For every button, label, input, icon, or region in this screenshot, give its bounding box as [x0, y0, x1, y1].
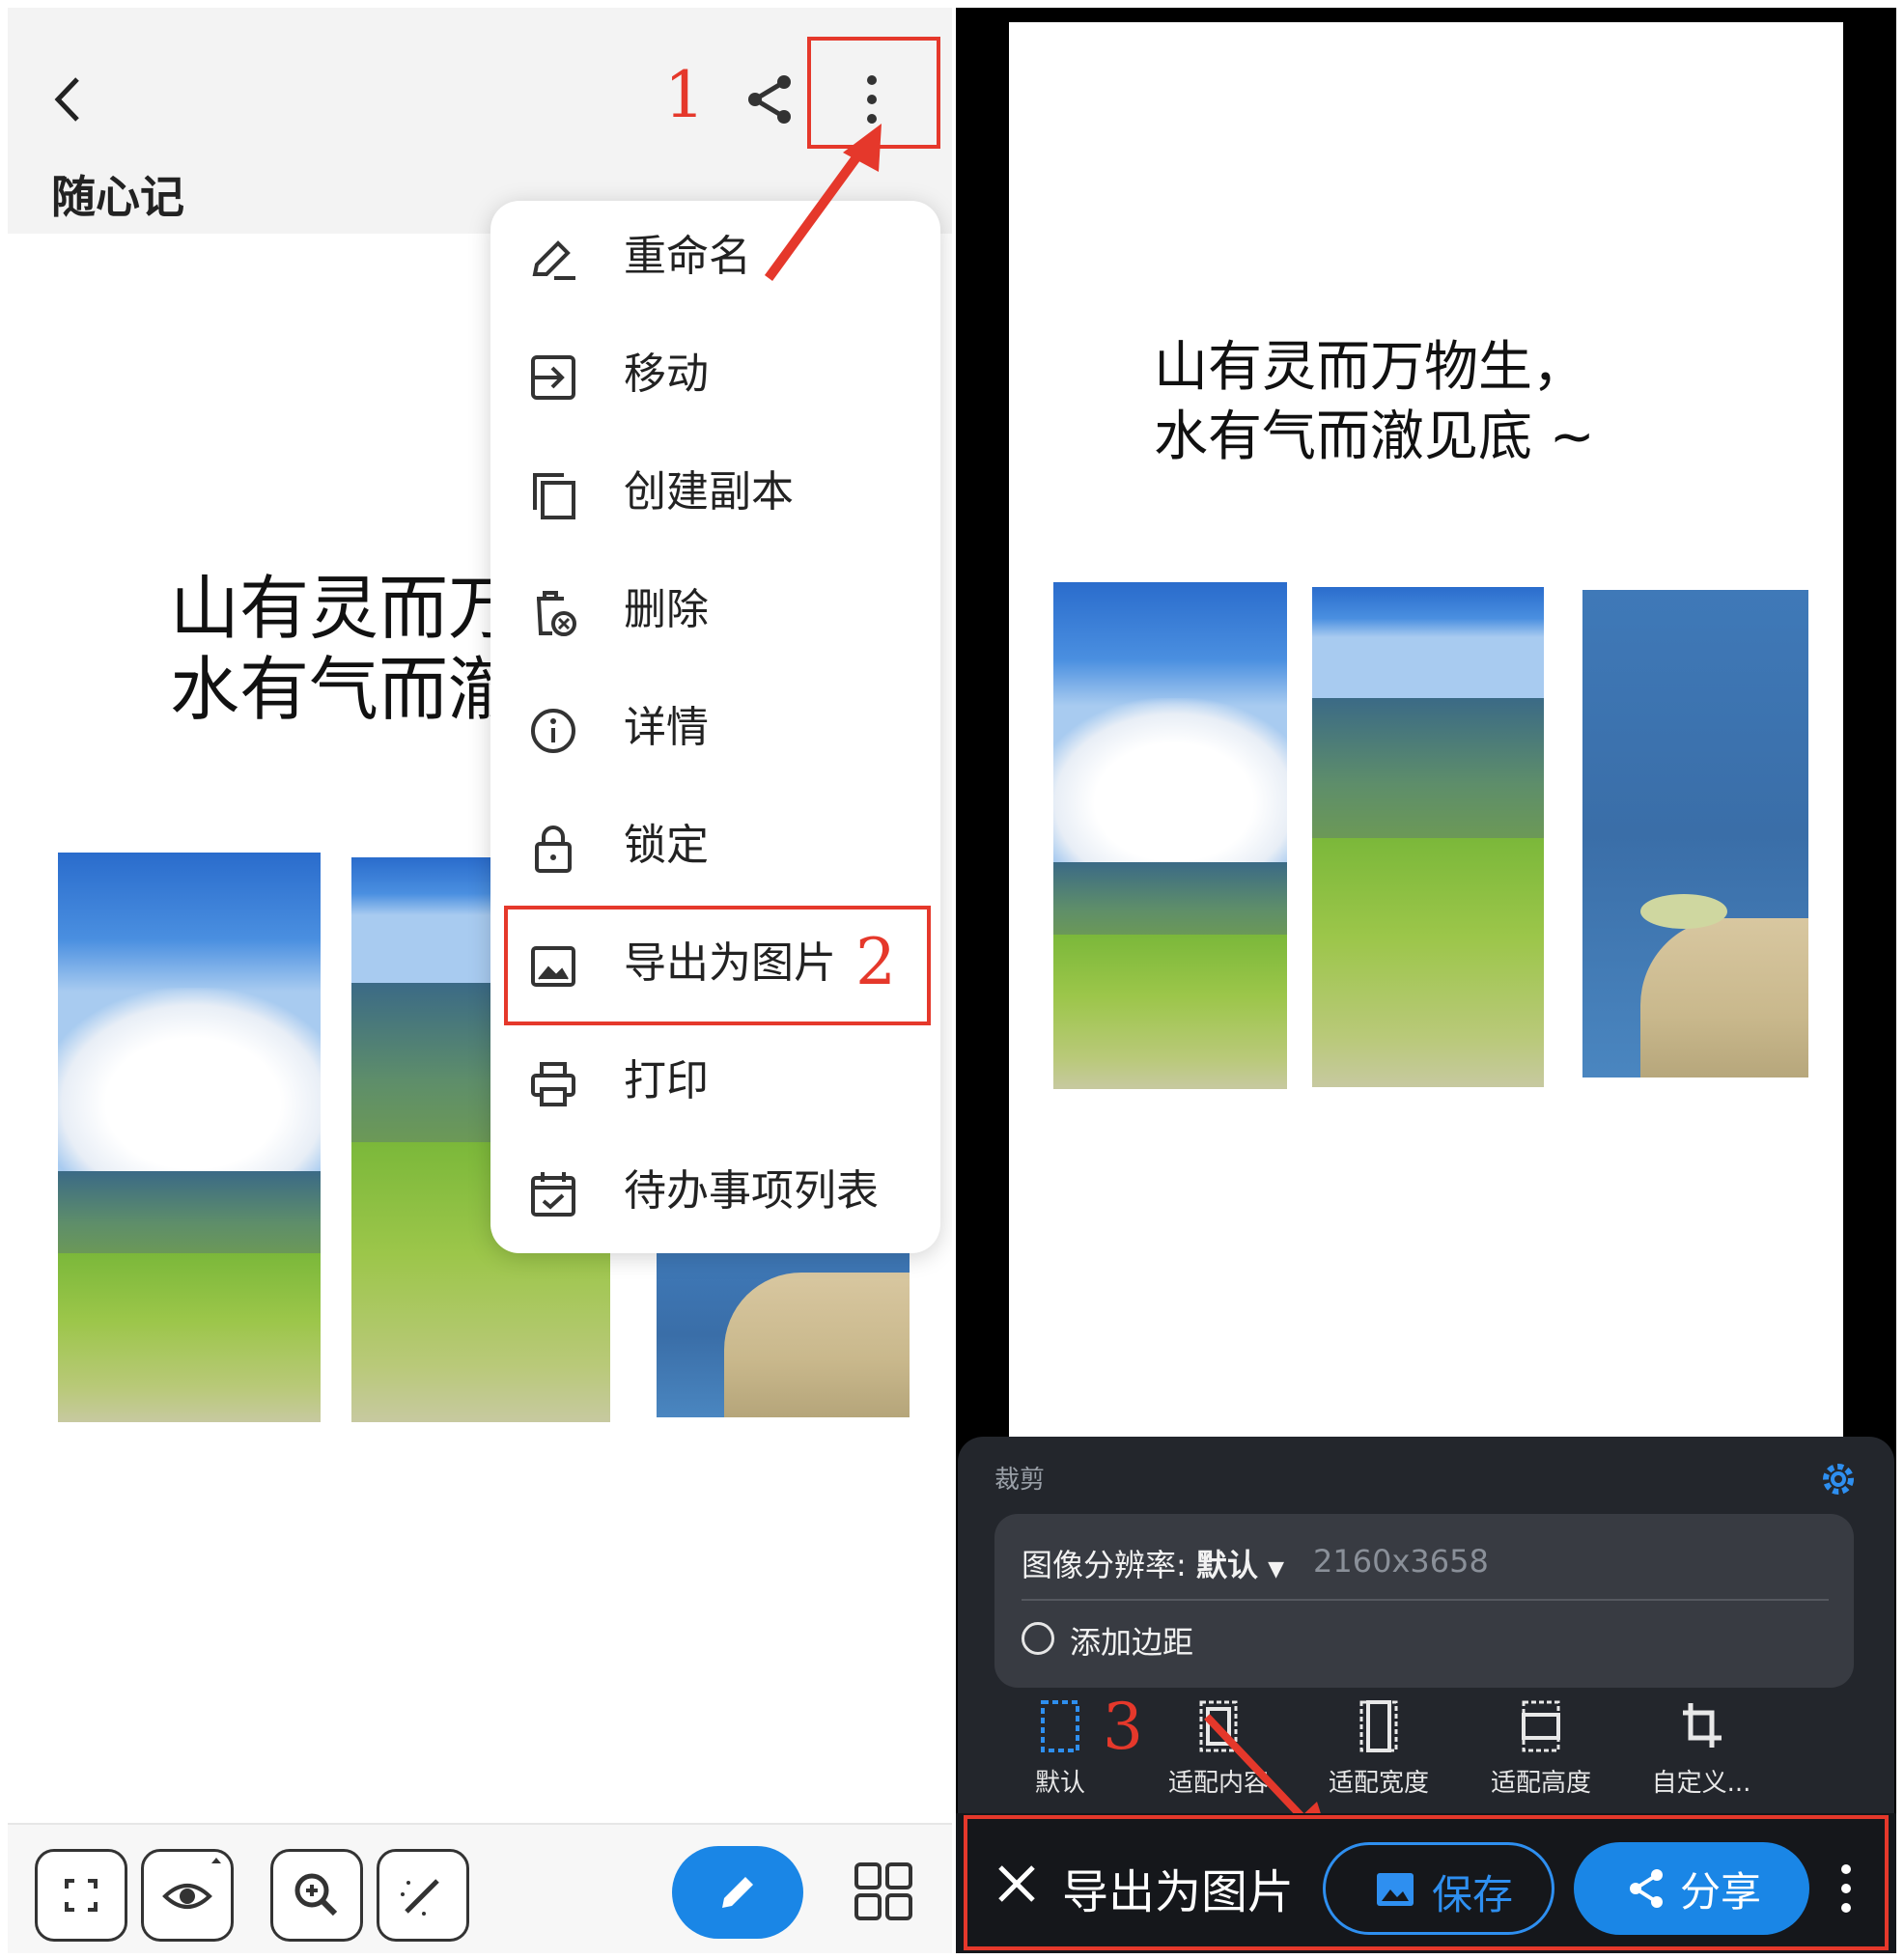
- crop-default-icon: [1040, 1699, 1080, 1753]
- menu-item-move[interactable]: 移动: [490, 319, 940, 436]
- left-screenshot-note-view: 1 随心记 山有灵而万 水有气而澈 重命名 移动 创建副本 删除 详情 锁定 导…: [8, 8, 952, 1953]
- crop-custom-icon: [1681, 1699, 1725, 1753]
- menu-item-lock[interactable]: 锁定: [490, 790, 940, 908]
- preview-photo-lake-rocks: [1582, 590, 1808, 1077]
- todo-calendar-icon: [529, 1170, 577, 1218]
- read-mode-button[interactable]: [141, 1849, 234, 1942]
- crop-section-label: 裁剪: [994, 1466, 1046, 1495]
- resolution-label: 图像分辨率:: [1022, 1547, 1196, 1583]
- preview-photo-sky-meadow: [1053, 582, 1287, 1089]
- crop-option-label: 自定义...: [1651, 1769, 1751, 1798]
- fullscreen-button[interactable]: [35, 1849, 127, 1942]
- resolution-dropdown[interactable]: 图像分辨率: 默认 ▼: [1022, 1541, 1284, 1585]
- dropdown-caret-icon: ▼: [1268, 1557, 1285, 1581]
- resolution-options-card: 图像分辨率: 默认 ▼ 2160x3658 添加边距: [994, 1514, 1854, 1688]
- photo-lake-rocks: [657, 1253, 910, 1417]
- annotation-box-action-bar: [964, 1815, 1889, 1950]
- menu-label-lock: 锁定: [624, 821, 709, 870]
- preview-poem-line-2: 水有气而澈见底 ~: [1154, 406, 1595, 468]
- crop-option-fit-height[interactable]: 适配高度: [1473, 1699, 1609, 1805]
- copy-icon: [529, 471, 577, 519]
- magic-wand-button[interactable]: [377, 1849, 469, 1942]
- annotation-box-export: [504, 906, 931, 1025]
- overflow-menu: 重命名 移动 创建副本 删除 详情 锁定 导出为图片 2 打印 待办事项列表: [490, 201, 940, 1253]
- crop-option-label: 适配高度: [1490, 1769, 1591, 1798]
- resolution-dimensions: 2160x3658: [1313, 1543, 1489, 1580]
- note-folder-title: 随心记: [51, 171, 184, 223]
- preview-poem-line-1: 山有灵而万物生，: [1154, 336, 1586, 399]
- bottom-toolbar: [8, 1823, 952, 1953]
- menu-item-details[interactable]: 详情: [490, 672, 940, 790]
- crop-option-custom[interactable]: 自定义...: [1634, 1699, 1769, 1805]
- menu-item-print[interactable]: 打印: [490, 1025, 940, 1143]
- crop-fit-height-icon: [1521, 1699, 1561, 1753]
- export-preview: 山有灵而万物生， 水有气而澈见底 ~: [1009, 22, 1843, 1451]
- crop-fit-width-icon: [1358, 1699, 1399, 1753]
- lock-icon: [529, 825, 577, 873]
- zoom-button[interactable]: [270, 1849, 363, 1942]
- settings-gear-icon[interactable]: [1817, 1458, 1860, 1500]
- right-screenshot-export-view: 山有灵而万物生， 水有气而澈见底 ~ 裁剪 图像分辨率: 默认 ▼ 2160x3…: [956, 8, 1896, 1953]
- add-margin-label: 添加边距: [1070, 1624, 1194, 1661]
- menu-label-rename: 重命名: [624, 232, 751, 281]
- menu-label-details: 详情: [624, 703, 709, 752]
- resolution-value: 默认: [1195, 1547, 1258, 1583]
- rename-pen-icon: [529, 236, 577, 284]
- poem-line-2: 水有气而澈: [170, 649, 518, 730]
- info-icon: [529, 707, 577, 755]
- menu-label-delete: 删除: [624, 585, 709, 634]
- annotation-arrow-1: [764, 124, 882, 281]
- move-icon: [529, 353, 577, 402]
- menu-item-todo-list[interactable]: 待办事项列表: [490, 1135, 940, 1253]
- crop-option-label: 默认: [1034, 1769, 1085, 1798]
- add-margin-radio[interactable]: [1022, 1622, 1054, 1655]
- grid-view-icon[interactable]: [854, 1861, 913, 1921]
- edit-fab-button[interactable]: [672, 1846, 803, 1939]
- step-one-marker: 1: [664, 58, 705, 132]
- menu-label-todo-list: 待办事项列表: [624, 1166, 879, 1216]
- poem-line-1: 山有灵而万: [170, 568, 518, 649]
- menu-label-duplicate: 创建副本: [624, 467, 794, 517]
- printer-icon: [529, 1060, 577, 1108]
- preview-photo-hills-meadow: [1312, 587, 1544, 1087]
- delete-icon: [529, 589, 577, 637]
- menu-label-move: 移动: [624, 350, 709, 399]
- divider: [1022, 1599, 1829, 1601]
- menu-item-duplicate[interactable]: 创建副本: [490, 436, 940, 554]
- menu-label-print: 打印: [624, 1056, 709, 1105]
- back-arrow-icon[interactable]: [46, 66, 95, 133]
- menu-item-delete[interactable]: 删除: [490, 554, 940, 672]
- step-three-marker: 3: [1103, 1690, 1143, 1764]
- photo-sky-meadow: [58, 853, 321, 1422]
